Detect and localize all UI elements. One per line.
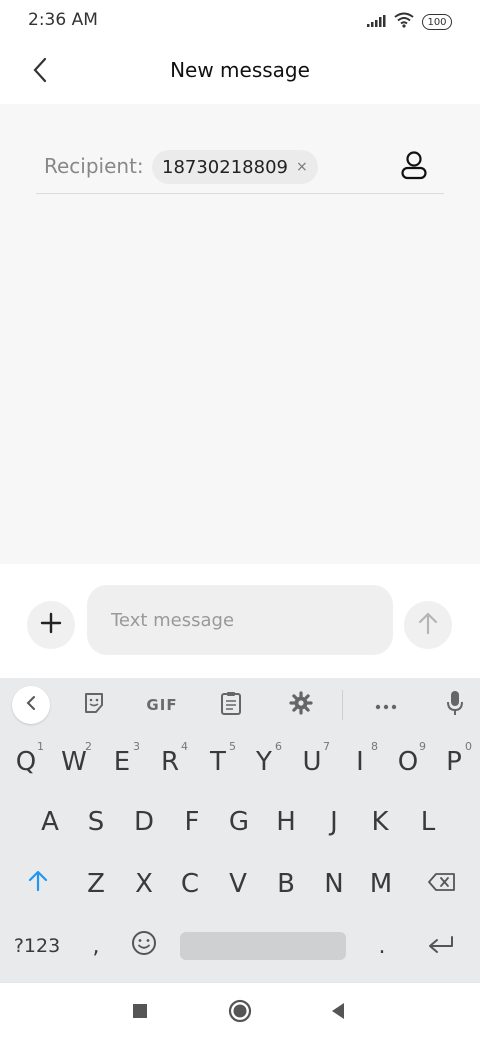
key-n[interactable]: N	[310, 854, 358, 914]
back-nav-button[interactable]	[324, 999, 352, 1027]
key-x[interactable]: X	[120, 854, 168, 914]
key-u[interactable]: U7	[288, 732, 336, 792]
status-icons: 100	[366, 12, 452, 32]
signal-icon	[366, 13, 386, 32]
keyboard-row-2: A S D F G H J K L	[0, 792, 480, 852]
recipient-chip-label: 18730218809	[162, 156, 288, 178]
key-l[interactable]: L	[404, 792, 452, 852]
system-nav-bar	[0, 982, 480, 1040]
keyboard-row-1: Q1 W2 E3 R4 T5 Y6 U7 I8 O9 P0	[0, 732, 480, 792]
sticker-button[interactable]	[75, 687, 113, 723]
settings-button[interactable]	[282, 687, 320, 723]
square-icon	[132, 1003, 148, 1023]
key-w[interactable]: W2	[50, 732, 98, 792]
toolbar-divider	[342, 690, 343, 720]
key-m[interactable]: M	[357, 854, 405, 914]
space-key[interactable]	[180, 932, 346, 960]
more-horizontal-icon	[374, 696, 398, 715]
person-icon	[400, 150, 428, 184]
emoji-key[interactable]	[120, 916, 168, 976]
key-g[interactable]: G	[215, 792, 263, 852]
attach-button[interactable]	[27, 601, 75, 649]
app-header: New message	[0, 40, 480, 104]
shift-arrow-icon	[28, 869, 48, 899]
key-o[interactable]: O9	[384, 732, 432, 792]
key-h[interactable]: H	[262, 792, 310, 852]
backspace-key[interactable]	[414, 854, 470, 914]
toolbar-collapse-button[interactable]	[12, 686, 50, 724]
status-time: 2:36 AM	[28, 10, 98, 30]
gif-button[interactable]: GIF	[142, 687, 182, 723]
page-title: New message	[170, 58, 310, 82]
key-y[interactable]: Y6	[240, 732, 288, 792]
clipboard-button[interactable]	[212, 687, 250, 723]
emoji-icon	[131, 930, 157, 963]
enter-key[interactable]	[414, 916, 468, 976]
enter-icon	[427, 931, 455, 961]
chevron-left-icon	[26, 695, 36, 715]
comma-key[interactable]: ,	[74, 916, 118, 976]
key-q[interactable]: Q1	[2, 732, 50, 792]
select-contact-button[interactable]	[398, 150, 430, 184]
key-v[interactable]: V	[214, 854, 262, 914]
keyboard-row-4: ?123 , .	[0, 916, 480, 976]
key-z[interactable]: Z	[72, 854, 120, 914]
key-f[interactable]: F	[168, 792, 216, 852]
backspace-icon	[427, 869, 457, 899]
key-c[interactable]: C	[166, 854, 214, 914]
triangle-back-icon	[330, 1002, 346, 1024]
key-p[interactable]: P0	[430, 732, 478, 792]
microphone-icon	[446, 690, 464, 720]
remove-recipient-icon[interactable]: ×	[296, 159, 308, 175]
status-bar: 2:36 AM 100	[0, 0, 480, 40]
keyboard-row-3: Z X C V B N M	[0, 854, 480, 914]
gear-icon	[289, 691, 313, 719]
sticker-icon	[82, 691, 106, 719]
recipient-chip[interactable]: 18730218809 ×	[152, 150, 318, 184]
wifi-icon	[394, 12, 414, 32]
key-b[interactable]: B	[262, 854, 310, 914]
gif-label: GIF	[146, 696, 178, 714]
recipient-label: Recipient:	[44, 154, 144, 178]
message-input[interactable]	[87, 585, 393, 655]
clipboard-icon	[220, 690, 242, 720]
arrow-up-icon	[417, 611, 439, 639]
home-button[interactable]	[226, 999, 254, 1027]
key-r[interactable]: R4	[146, 732, 194, 792]
keyboard: GIF Q 1 W 2 E 3 R 4 T 5 Y 6 U 7 I 8 O 9 …	[0, 678, 480, 982]
key-j[interactable]: J	[310, 792, 358, 852]
key-s[interactable]: S	[72, 792, 120, 852]
period-key[interactable]: .	[360, 916, 404, 976]
recipient-row: Recipient: 18730218809 ×	[36, 144, 444, 194]
key-e[interactable]: E3	[98, 732, 146, 792]
key-i[interactable]: I8	[336, 732, 384, 792]
shift-key[interactable]	[12, 854, 64, 914]
voice-input-button[interactable]	[436, 687, 474, 723]
plus-icon	[40, 612, 62, 638]
conversation-area: Recipient: 18730218809 ×	[0, 104, 480, 564]
key-a[interactable]: A	[26, 792, 74, 852]
recents-button[interactable]	[126, 999, 154, 1027]
key-d[interactable]: D	[120, 792, 168, 852]
send-button[interactable]	[404, 601, 452, 649]
more-options-button[interactable]	[367, 687, 405, 723]
key-t[interactable]: T5	[194, 732, 242, 792]
keyboard-toolbar: GIF	[0, 678, 480, 732]
symbols-key[interactable]: ?123	[6, 916, 68, 976]
compose-bar	[0, 564, 480, 678]
battery-icon: 100	[422, 14, 452, 30]
key-k[interactable]: K	[356, 792, 404, 852]
home-circle-icon	[228, 999, 252, 1027]
